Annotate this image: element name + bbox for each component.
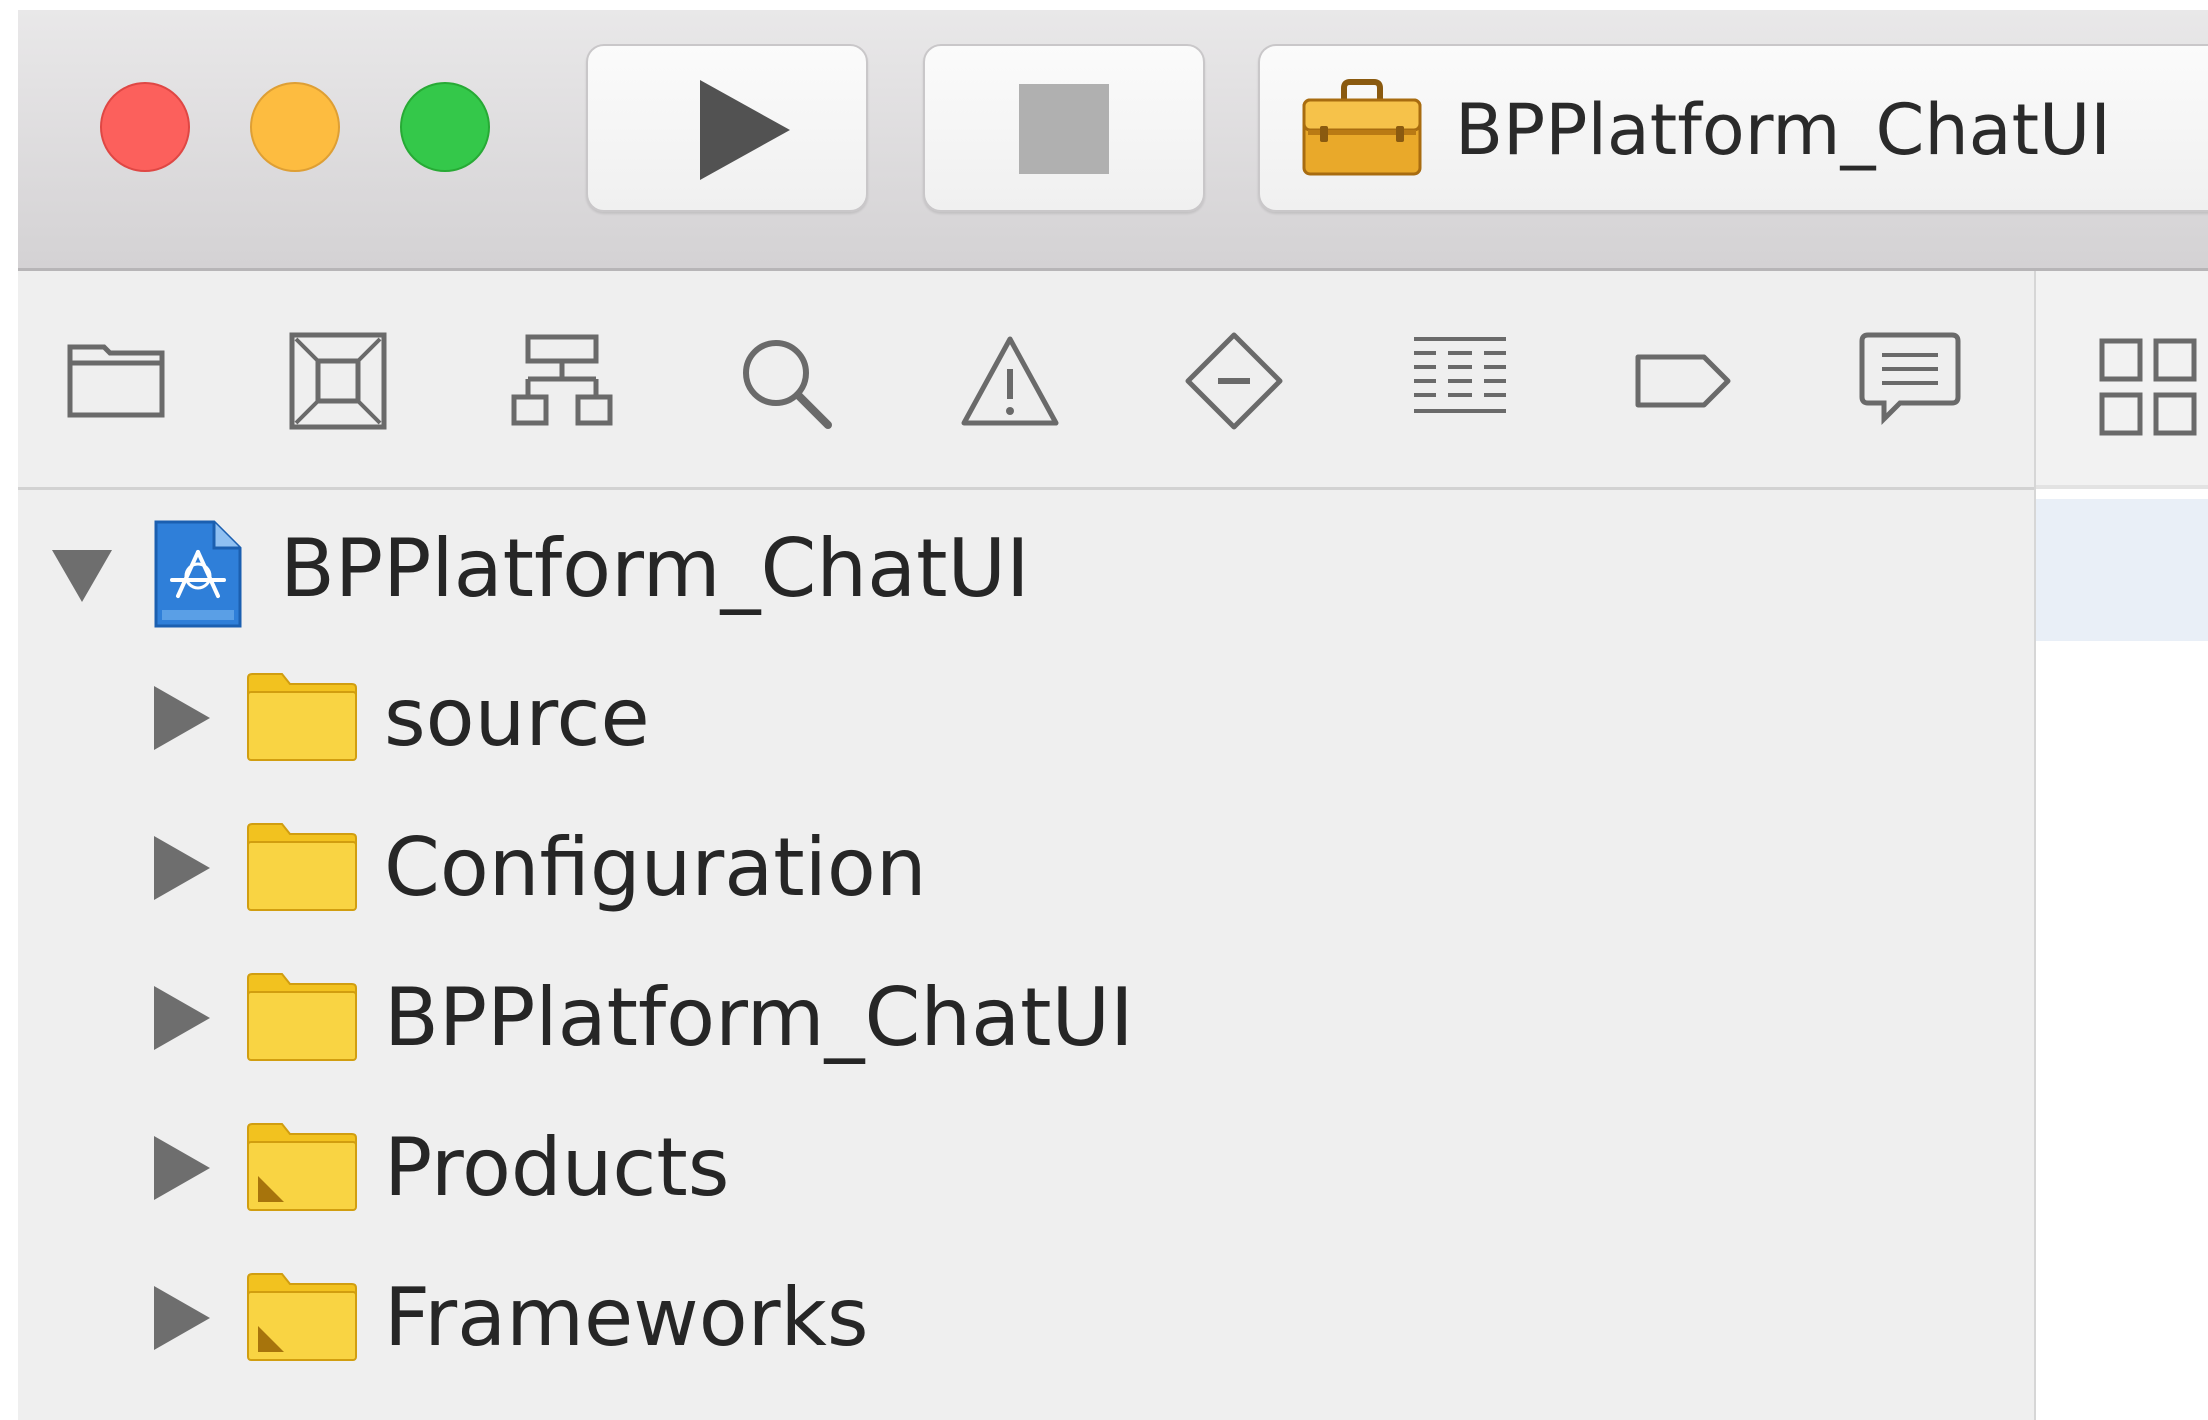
stop-button[interactable] [923, 44, 1205, 212]
tree-row-app-group[interactable]: BPPlatform_ChatUI [18, 940, 2034, 1090]
tree-row-products[interactable]: Products [18, 1090, 2034, 1240]
breakpoint-navigator-icon[interactable] [1632, 331, 1736, 431]
stop-icon [1019, 84, 1109, 174]
issue-navigator-icon[interactable] [958, 331, 1062, 431]
folder-icon [247, 973, 357, 1061]
tree-item-label: Configuration [384, 821, 927, 914]
tree-item-label: Frameworks [384, 1271, 869, 1364]
disclosure-triangle-collapsed-icon[interactable] [154, 686, 210, 750]
toolbox-icon [1302, 79, 1422, 176]
debug-navigator-icon[interactable] [1408, 331, 1512, 431]
editor-jump-bar [2036, 271, 2208, 489]
xcode-window: BPPlatform_ChatUI BPPlatform_ChatUI sour… [18, 10, 2208, 1420]
tree-item-label: BPPlatform_ChatUI [384, 971, 1134, 1064]
disclosure-triangle-collapsed-icon[interactable] [154, 1136, 210, 1200]
minimize-button[interactable] [250, 82, 340, 172]
scheme-selector[interactable]: BPPlatform_ChatUI [1258, 44, 2208, 212]
zoom-button[interactable] [400, 82, 490, 172]
run-button[interactable] [586, 44, 868, 212]
tree-row-frameworks[interactable]: Frameworks [18, 1240, 2034, 1390]
tree-item-label: source [384, 671, 650, 764]
folder-icon [247, 823, 357, 911]
editor-area [2036, 271, 2208, 1420]
source-control-icon[interactable] [286, 331, 390, 431]
disclosure-triangle-collapsed-icon[interactable] [154, 1286, 210, 1350]
disclosure-triangle-collapsed-icon[interactable] [154, 836, 210, 900]
tree-row-source[interactable]: source [18, 640, 2034, 790]
navigator-selector-bar [18, 271, 2034, 490]
project-name: BPPlatform_ChatUI [280, 522, 1030, 615]
test-navigator-icon[interactable] [1182, 331, 1286, 431]
xcode-project-icon [154, 520, 242, 628]
tree-item-label: Products [384, 1121, 730, 1214]
report-navigator-icon[interactable] [1858, 331, 1962, 431]
scheme-name: BPPlatform_ChatUI [1455, 89, 2111, 171]
close-button[interactable] [100, 82, 190, 172]
tree-row-configuration[interactable]: Configuration [18, 790, 2034, 940]
products-folder-icon [247, 1123, 357, 1211]
symbol-navigator-icon[interactable] [510, 331, 614, 431]
related-items-grid-icon[interactable] [2098, 337, 2198, 437]
editor-selection-highlight [2036, 499, 2208, 641]
toolbar: BPPlatform_ChatUI [18, 10, 2208, 271]
folder-icon [247, 673, 357, 761]
tree-row-project[interactable]: BPPlatform_ChatUI [18, 490, 2034, 640]
play-icon [700, 80, 790, 180]
project-navigator-pane: BPPlatform_ChatUI source Configuration B… [18, 271, 2036, 1420]
disclosure-triangle-collapsed-icon[interactable] [154, 986, 210, 1050]
frameworks-folder-icon [247, 1273, 357, 1361]
project-navigator-icon[interactable] [64, 331, 168, 421]
find-navigator-icon[interactable] [734, 331, 838, 431]
disclosure-triangle-expanded-icon[interactable] [52, 550, 112, 602]
